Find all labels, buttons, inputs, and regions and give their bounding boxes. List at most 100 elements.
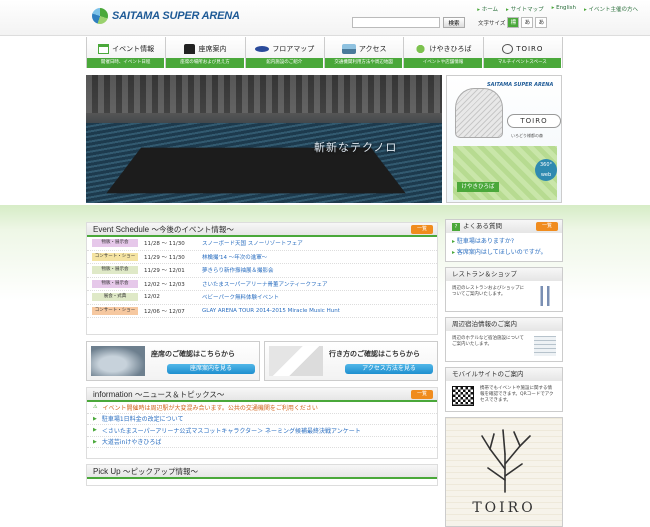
seat-guide-box[interactable]: 座席のご確認はこちらから 座席案内を見る xyxy=(86,341,260,381)
nav-item-floor-map[interactable]: フロアマップ 館内施設のご紹介 xyxy=(244,37,324,68)
hotel-box[interactable]: 周辺宿泊情報のご案内 周辺のホテルなど宿泊施設についてご案内いたします。 xyxy=(445,317,563,362)
information-list: ⚠ イベント開催時は周辺駅が大変混み合います。公共の交通機関をご利用ください ▶ 駐車… xyxy=(87,402,437,448)
pickup-title-en: Pick Up xyxy=(93,467,121,476)
information-text: ＜さいたまスーパーアリーナ公式マスコットキャラクター＞ ネーミング候補最終決戦ア… xyxy=(101,427,361,435)
cutlery-icon xyxy=(534,286,556,306)
site-logo[interactable]: SAITAMA SUPER ARENA xyxy=(92,8,240,24)
nav-item-seats[interactable]: 座席案内 座席の場所および見え方 xyxy=(165,37,245,68)
global-nav: イベント情報 開催日時、イベント日程 座席案内 座席の場所および見え方 フロアマ… xyxy=(86,37,563,68)
arena-overview-banner[interactable]: SAITAMA SUPER ARENA TOIRO いろどり様都の森 けやきひろ… xyxy=(446,75,562,203)
hero-roof xyxy=(86,75,442,113)
top-link-organizers[interactable]: イベント主催の方へ xyxy=(584,5,638,13)
qr-code-icon xyxy=(452,386,474,406)
search-input[interactable] xyxy=(352,17,440,28)
nav-item-keyaki[interactable]: けやきひろば イベントや店舗情報 xyxy=(403,37,483,68)
event-title-link[interactable]: GLAY ARENA TOUR 2014-2015 Miracle Music … xyxy=(202,308,340,314)
hero-caption: 斬新なテクノロ xyxy=(314,141,398,154)
nav-label: 座席案内 xyxy=(198,44,227,53)
web360-button[interactable]: 360° web xyxy=(535,159,557,181)
top-links: ホーム サイトマップ English イベント主催の方へ xyxy=(477,5,638,13)
access-guide-button[interactable]: アクセス方法を見る xyxy=(345,364,433,374)
event-schedule-title-en: Event Schedule xyxy=(93,225,150,234)
information-item[interactable]: ▶ 駐車場1日料金の改定について xyxy=(87,414,437,425)
access-map-image xyxy=(269,346,323,376)
top-link-english[interactable]: English xyxy=(552,5,576,13)
nav-item-events[interactable]: イベント情報 開催日時、イベント日程 xyxy=(86,37,166,68)
information-title-jp: ～ニュース＆トピックス～ xyxy=(134,390,225,399)
search-button[interactable]: 検索 xyxy=(443,17,465,28)
faq-list: 駐車場はありますか? 客席案内はしてほしいのですが。 xyxy=(446,233,562,261)
information-item[interactable]: ▶ ＜さいたまスーパーアリーナ公式マスコットキャラクター＞ ネーミング候補最終決戦… xyxy=(87,425,437,437)
hero-slideshow[interactable]: 斬新なテクノロ xyxy=(86,75,442,203)
toiro-icon xyxy=(502,43,514,54)
restaurant-box[interactable]: レストラン＆ショップ 周辺のレストランおよびショップについてご案内いたします。 xyxy=(445,267,563,312)
font-size-label: 文字サイズ xyxy=(478,20,506,27)
banner-title: SAITAMA SUPER ARENA xyxy=(487,82,554,88)
arrow-right-icon: ▶ xyxy=(93,427,97,434)
top-link-home[interactable]: ホーム xyxy=(477,5,498,13)
event-category-badge: 展会・式典 xyxy=(92,293,138,302)
event-row[interactable]: コンサート・ショー 11/29 ～ 11/30 林檎撮'14 ～年次の進軍～ xyxy=(87,251,437,264)
train-icon xyxy=(341,43,356,54)
page: SAITAMA SUPER ARENA ホーム サイトマップ English イ… xyxy=(0,0,650,527)
hotel-building-icon xyxy=(534,336,556,356)
font-size-medium[interactable]: あ xyxy=(521,17,534,28)
floor-map-icon xyxy=(255,45,270,52)
nav-item-access[interactable]: アクセス 交通機関利用方法や周辺地図 xyxy=(323,37,404,68)
hotel-header: 周辺宿泊情報のご案内 xyxy=(446,318,562,331)
event-schedule-header: Event Schedule ～今後のイベント情報～ 一覧 xyxy=(87,223,437,237)
nav-sublabel: 座席の場所および見え方 xyxy=(166,58,245,68)
event-row[interactable]: 物販・展示会 11/28 ～ 11/30 スノーボード天国 スノーリゾートフェア xyxy=(87,237,437,251)
event-title-link[interactable]: 夢きらり新作振袖展＆撮影会 xyxy=(202,266,274,274)
nav-sublabel: イベントや店舗情報 xyxy=(404,58,483,68)
faq-item[interactable]: 客席案内はしてほしいのですが。 xyxy=(452,247,556,258)
event-category-badge: 物販・展示会 xyxy=(92,266,138,275)
toiro-banner[interactable]: TOIRO xyxy=(445,417,563,527)
event-category-badge: 物販・展示会 xyxy=(92,239,138,248)
nav-sublabel: 開催日時、イベント日程 xyxy=(87,58,166,68)
nav-sublabel: 交通機関利用方法や周辺地図 xyxy=(324,58,404,68)
font-size-switcher: 文字サイズ 標 あ あ xyxy=(478,17,548,28)
nav-item-toiro[interactable]: TOIRO マルチイベントスペース xyxy=(482,37,563,68)
nav-sublabel: マルチイベントスペース xyxy=(483,58,562,68)
banner-toiro[interactable]: TOIRO xyxy=(507,114,561,128)
event-date: 11/29 ～ 12/01 xyxy=(144,268,185,275)
faq-item[interactable]: 駐車場はありますか? xyxy=(452,236,556,247)
pickup-title-jp: ～ピックアップ情報～ xyxy=(122,467,198,476)
access-guide-box[interactable]: 行き方のご確認はこちらから アクセス方法を見る xyxy=(264,341,438,381)
arrow-right-icon: ▶ xyxy=(93,438,97,445)
event-schedule-title-jp: ～今後のイベント情報～ xyxy=(151,225,234,234)
faq-title: よくある質問 xyxy=(463,222,502,230)
font-size-large[interactable]: あ xyxy=(535,17,548,28)
information-item[interactable]: ⚠ イベント開催時は周辺駅が大変混み合います。公共の交通機関をご利用ください xyxy=(87,402,437,414)
nav-label: フロアマップ xyxy=(272,44,315,53)
mobile-box[interactable]: モバイルサイトのご案内 携帯でもイベントや施設に関する情報を確認できます。QRコ… xyxy=(445,367,563,412)
event-list-button[interactable]: 一覧 xyxy=(411,225,433,234)
information-item[interactable]: ▶ 大道芸inけやきひろば xyxy=(87,437,437,448)
event-row[interactable]: 物販・展示会 12/02 ～ 12/03 さいたまスーパーアリーナ骨董アンティークフ… xyxy=(87,278,437,291)
banner-note: いろどり様都の森 xyxy=(511,133,543,138)
information-header: information ～ニュース＆トピックス～ 一覧 xyxy=(87,388,437,402)
event-row[interactable]: コンサート・ショー 12/06 ～ 12/07 GLAY ARENA TOUR 20… xyxy=(87,305,437,318)
nav-label: イベント情報 xyxy=(112,44,155,53)
arrow-right-icon: ▶ xyxy=(93,415,97,422)
mobile-header: モバイルサイトのご案内 xyxy=(446,368,562,381)
banner-keyaki-button[interactable]: けやきひろば xyxy=(457,182,499,192)
faq-list-button[interactable]: 一覧 xyxy=(536,222,558,231)
event-title-link[interactable]: スノーボード天国 スノーリゾートフェア xyxy=(202,239,303,247)
font-size-standard[interactable]: 標 xyxy=(507,17,520,28)
top-bar: SAITAMA SUPER ARENA ホーム サイトマップ English イ… xyxy=(0,0,650,36)
event-row[interactable]: 物販・展示会 11/29 ～ 12/01 夢きらり新作振袖展＆撮影会 xyxy=(87,264,437,278)
event-row[interactable]: 展会・式典 12/02 ベビーパーク無料体験イベント xyxy=(87,291,437,305)
restaurant-text: 周辺のレストランおよびショップについてご案内いたします。 xyxy=(452,286,524,297)
event-title-link[interactable]: さいたまスーパーアリーナ骨董アンティークフェア xyxy=(202,280,328,288)
event-title-link[interactable]: ベビーパーク無料体験イベント xyxy=(202,293,279,301)
event-date: 11/29 ～ 11/30 xyxy=(144,254,185,261)
nav-label: けやきひろば xyxy=(429,44,472,53)
pickup-header: Pick Up ～ピックアップ情報～ xyxy=(87,465,437,479)
information-list-button[interactable]: 一覧 xyxy=(411,390,433,399)
event-title-link[interactable]: 林檎撮'14 ～年次の進軍～ xyxy=(202,253,267,261)
event-category-badge: 物販・展示会 xyxy=(92,279,138,288)
seat-guide-button[interactable]: 座席案内を見る xyxy=(167,364,255,374)
top-link-sitemap[interactable]: サイトマップ xyxy=(506,5,544,13)
